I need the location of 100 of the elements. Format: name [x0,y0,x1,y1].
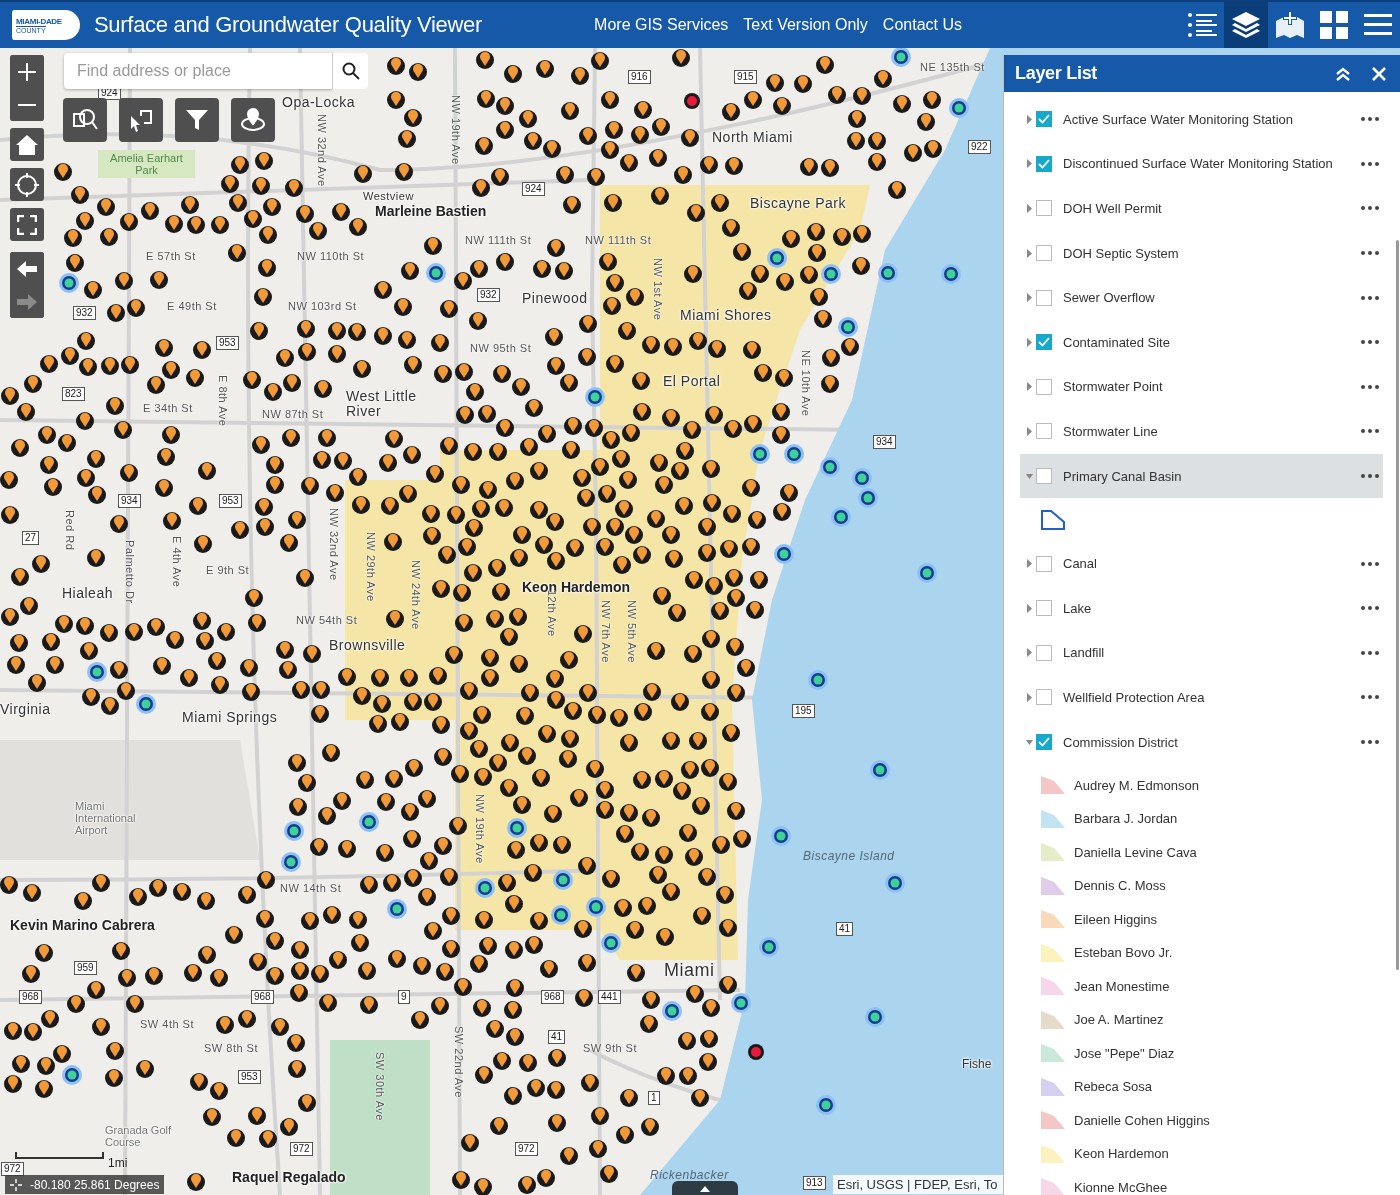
layer-row[interactable]: Canal [1020,541,1383,586]
street-label: NW 14th St [280,882,342,894]
route-shield: 915 [734,70,757,84]
legend-label: Daniella Levine Cava [1074,844,1197,860]
layer-name: Active Surface Water Monitoring Station [1063,111,1294,127]
place-label: Miami Springs [182,709,278,725]
street-label: NW 32nd Ave [328,508,340,581]
route-shield: 972 [515,1142,538,1156]
search-field[interactable]: Find address or place [64,53,332,89]
street-label: SW 4th St [140,1018,195,1030]
layer-name: Lake [1063,600,1093,616]
street-label: E 4th Ave [171,536,183,588]
layer-row[interactable]: Commission District [1020,719,1383,765]
layer-row[interactable]: Wellfield Protection Area [1020,675,1383,720]
street-label: NW 29th Ave [365,532,377,602]
place-label: Biscayne Park [750,195,846,211]
place-label: Brownsville [329,637,406,653]
route-shield: 934 [118,494,141,508]
layer-name: Canal [1063,556,1098,572]
attribution-text: Esri, USGS | FDEP, Esri, To [833,1175,1003,1194]
legend-label: Audrey M. Edmonson [1074,777,1199,793]
street-label: SW 8th St [204,1042,259,1054]
route-shield: 916 [628,70,651,84]
layer-row[interactable]: Lake [1020,585,1383,631]
place-label: Raquel Regalado [232,1169,346,1185]
place-label: Miami Shores [680,307,772,323]
place-label: El Portal [663,373,721,389]
layer-name: Contaminated Site [1063,334,1171,350]
street-label: NW 19th Ave [474,794,486,864]
street-label: E 34th St [143,402,193,414]
street-label: NW 110th St [297,250,365,262]
street-label: NW 87th St [262,408,324,420]
route-shield: 959 [74,961,97,975]
route-shield: 41 [548,1030,566,1044]
legend-label: Barbara J. Jordan [1074,811,1178,827]
route-shield: 934 [873,435,896,449]
legend-label: Keon Hardemon [1074,1146,1169,1162]
layer-row[interactable]: Sewer Overflow [1020,275,1383,320]
layer-row[interactable]: Primary Canal Basin [1020,453,1383,499]
street-label: SW 22nd Ave [453,1026,465,1098]
layer-name: Landfill [1063,645,1106,661]
route-shield: 924 [522,182,545,196]
route-shield: 27 [22,531,40,545]
route-shield: 9 [398,990,410,1004]
street-label: E 49th St [167,300,217,312]
legend-label: Esteban Bovo Jr. [1074,945,1173,961]
layer-row[interactable]: Landfill [1020,630,1383,676]
layer-row[interactable]: Stormwater Point [1020,364,1383,410]
street-label: E 57th St [146,250,196,262]
layer-name: Commission District [1063,734,1179,750]
layer-row[interactable]: Contaminated Site [1020,319,1383,365]
street-label: NW 111th St [585,234,652,246]
street-label: NW 7th Ave [600,600,612,663]
place-label: Pinewood [522,290,588,306]
route-shield: 953 [216,336,239,350]
place-label: Virginia [0,701,51,717]
route-shield: 932 [477,288,500,302]
street-label: NW 5th Ave [626,600,638,663]
layer-row[interactable]: Stormwater Line [1020,409,1383,454]
legend-label: Kionne McGhee [1074,1179,1168,1195]
street-label: NE 10th Ave [800,350,812,417]
layer-name: Sewer Overflow [1063,290,1156,306]
scale-label: 1mi [108,1156,128,1170]
street-label: Palmetto Dr [124,540,136,604]
legend-label: Dennis C. Moss [1074,878,1166,894]
place-label: Westview [363,190,414,202]
route-shield: 922 [968,140,991,154]
legend-label: Jose "Pepe" Diaz [1074,1045,1175,1061]
layer-row[interactable]: Discontinued Surface Water Monitoring Station [1020,141,1383,187]
legend-label: Eileen Higgins [1074,911,1158,927]
place-label: Amelia Earhart Park [98,150,195,178]
layer-name: Discontinued Surface Water Monitoring Station [1063,156,1334,172]
street-label: NE 135th St [920,61,985,73]
header-link[interactable]: Contact Us [882,16,962,34]
coordinates-text: -80.180 25.861 Degrees [30,1177,160,1192]
route-shield: 932 [73,306,96,320]
place-label: Opa-Locka [282,94,355,110]
place-label: West Little River [346,389,418,419]
header-link[interactable]: Text Version Only [743,16,868,34]
street-label: SW 9th St [583,1042,638,1054]
place-label: Marleine Bastien [375,203,487,219]
route-shield: 968 [19,990,42,1004]
layer-row[interactable]: Active Surface Water Monitoring Station [1020,97,1383,142]
route-shield: 441 [598,990,621,1004]
panel-title: Layer List [1015,63,1099,84]
legend-label: Jean Monestime [1074,978,1170,994]
route-shield: 953 [238,1070,261,1084]
route-shield: 968 [251,990,274,1004]
place-label: Granada Golf Course [105,1124,173,1148]
place-label: Miami International Airport [75,800,137,836]
street-label: NW 111th St [465,234,532,246]
layer-row[interactable]: DOH Septic System [1020,230,1383,276]
layer-row[interactable]: DOH Well Permit [1020,186,1383,231]
header-link[interactable]: More GIS Services [594,16,729,34]
layer-name: Stormwater Point [1063,379,1164,395]
place-label: Hialeah [62,585,113,601]
street-label: NW 1st Ave [652,258,664,321]
route-shield: 953 [219,494,242,508]
place-label: Biscayne Island [803,849,895,863]
legend-label: Joe A. Martinez [1074,1012,1164,1028]
